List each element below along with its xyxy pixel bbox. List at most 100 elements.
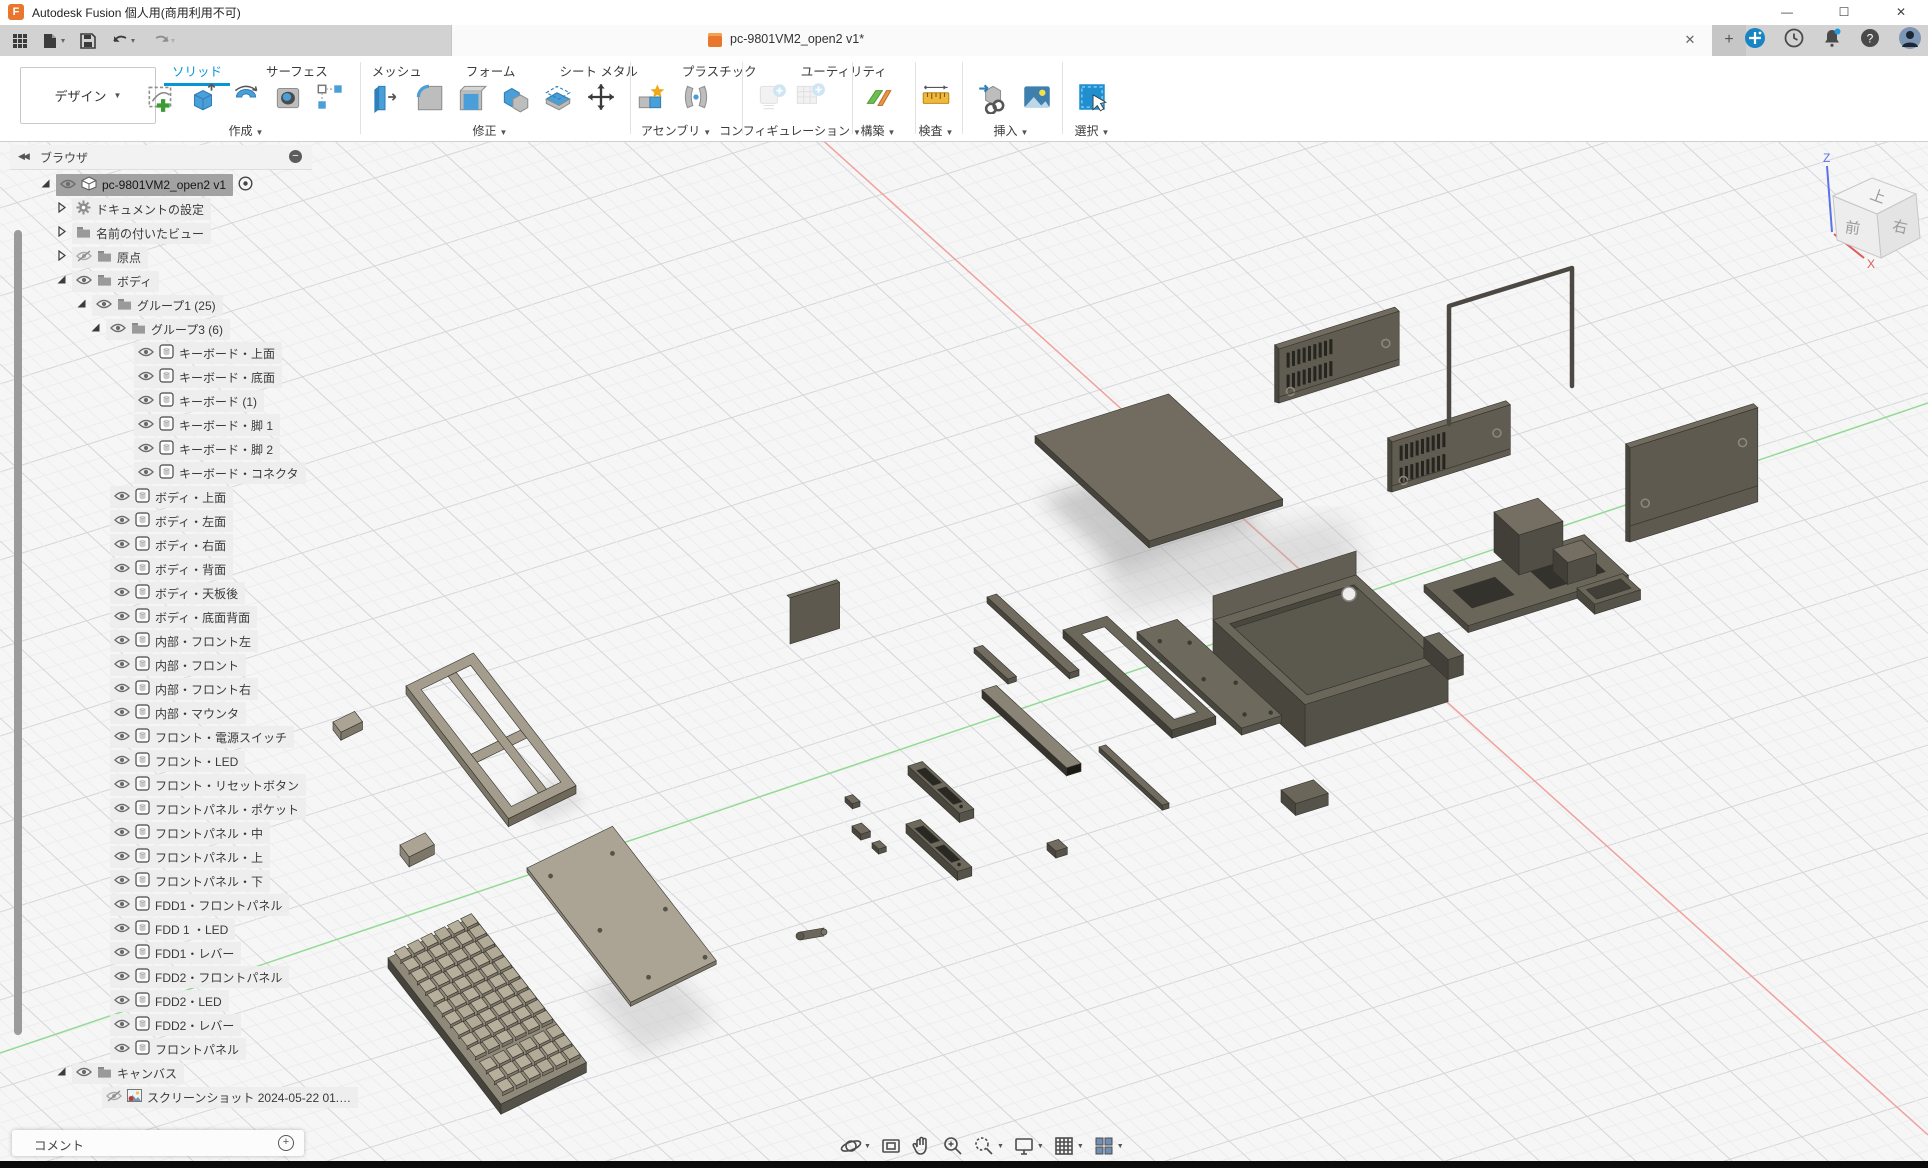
browser-item[interactable]: 名前の付いたビュー bbox=[56, 222, 211, 244]
browser-item[interactable]: ボディ・左面 bbox=[110, 510, 233, 532]
visibility-eye-icon[interactable] bbox=[114, 922, 130, 937]
close-button[interactable]: ✕ bbox=[1878, 0, 1924, 25]
browser-item[interactable]: ボディ・背面 bbox=[110, 558, 233, 580]
visibility-eye-icon[interactable] bbox=[114, 826, 130, 841]
save-icon[interactable] bbox=[80, 33, 96, 49]
browser-item[interactable]: 内部・フロント bbox=[110, 654, 246, 676]
insert-derive-button[interactable] bbox=[973, 80, 1011, 120]
group-label-inspect[interactable]: 検査▼ bbox=[919, 122, 954, 139]
visibility-eye-icon[interactable] bbox=[114, 754, 130, 769]
browser-item[interactable]: ボディ・上面 bbox=[110, 486, 233, 508]
expand-collapse-icon[interactable] bbox=[90, 322, 101, 336]
browser-minimize-icon[interactable]: − bbox=[289, 150, 302, 163]
browser-item[interactable]: フロントパネル・上 bbox=[110, 846, 270, 868]
visibility-eye-icon[interactable] bbox=[76, 1066, 92, 1081]
visibility-eye-icon[interactable] bbox=[76, 250, 92, 265]
minimize-button[interactable]: — bbox=[1764, 0, 1810, 25]
browser-item[interactable]: ボディ・底面背面 bbox=[110, 606, 257, 628]
viewports-icon[interactable]: ▼ bbox=[1093, 1135, 1124, 1157]
browser-item[interactable]: フロントパネル・ポケット bbox=[110, 798, 306, 820]
redo-icon[interactable] bbox=[150, 33, 176, 49]
browser-item[interactable]: FDD 1 ・LED bbox=[110, 918, 235, 940]
add-comment-icon[interactable]: + bbox=[278, 1135, 294, 1151]
browser-item[interactable]: ボディ bbox=[56, 270, 159, 292]
browser-item[interactable]: キーボード・コネクタ bbox=[134, 462, 306, 484]
revolve-button[interactable] bbox=[227, 80, 265, 120]
shell-button[interactable] bbox=[452, 80, 490, 120]
visibility-eye-icon[interactable] bbox=[114, 802, 130, 817]
extrude-button[interactable] bbox=[184, 80, 222, 120]
visibility-eye-icon[interactable] bbox=[114, 706, 130, 721]
comments-bar[interactable]: コメント + bbox=[12, 1130, 304, 1156]
document-tab-close-icon[interactable]: ✕ bbox=[1681, 31, 1699, 49]
visibility-eye-icon[interactable] bbox=[114, 1018, 130, 1033]
display-settings-icon[interactable]: ▼ bbox=[1013, 1135, 1044, 1157]
visibility-eye-icon[interactable] bbox=[138, 418, 154, 433]
browser-item[interactable]: フロント・電源スイッチ bbox=[110, 726, 294, 748]
move-copy-button[interactable] bbox=[582, 80, 620, 120]
group-label-create[interactable]: 作成▼ bbox=[229, 122, 264, 139]
extensions-icon[interactable] bbox=[1744, 27, 1766, 54]
browser-item[interactable]: グループ1 (25) bbox=[76, 294, 223, 316]
visibility-eye-icon[interactable] bbox=[114, 778, 130, 793]
visibility-eye-icon[interactable] bbox=[110, 322, 126, 337]
file-menu-icon[interactable] bbox=[42, 33, 66, 49]
browser-item[interactable]: 原点 bbox=[56, 246, 148, 268]
browser-item[interactable]: 内部・マウンタ bbox=[110, 702, 246, 724]
browser-item[interactable]: フロントパネル・中 bbox=[110, 822, 270, 844]
visibility-eye-icon[interactable] bbox=[114, 634, 130, 649]
select-button[interactable] bbox=[1073, 80, 1111, 120]
document-tab[interactable]: pc-9801VM2_open2 v1* ✕ bbox=[451, 25, 1713, 56]
visibility-eye-icon[interactable] bbox=[138, 394, 154, 409]
visibility-eye-icon[interactable] bbox=[106, 1090, 122, 1105]
visibility-eye-icon[interactable] bbox=[114, 874, 130, 889]
help-icon[interactable]: ? bbox=[1860, 28, 1880, 53]
browser-item[interactable]: キーボード・脚 1 bbox=[134, 414, 280, 436]
insert-canvas-button[interactable] bbox=[1018, 80, 1056, 120]
visibility-eye-icon[interactable] bbox=[114, 994, 130, 1009]
visibility-eye-icon[interactable] bbox=[76, 274, 92, 289]
group-label-modify[interactable]: 修正▼ bbox=[473, 122, 508, 139]
browser-item[interactable]: ボディ・天板後 bbox=[110, 582, 245, 604]
combine-button[interactable] bbox=[496, 80, 534, 120]
visibility-eye-icon[interactable] bbox=[114, 970, 130, 985]
joint-button[interactable] bbox=[677, 80, 715, 120]
browser-scrollbar[interactable] bbox=[14, 230, 22, 1035]
grid-settings-icon[interactable]: ▼ bbox=[1053, 1135, 1084, 1157]
look-at-icon[interactable] bbox=[880, 1135, 902, 1157]
expand-expand-icon[interactable] bbox=[56, 250, 67, 264]
browser-item[interactable]: フロントパネル・下 bbox=[110, 870, 270, 892]
group-label-configuration[interactable]: コンフィギュレーション▼ bbox=[719, 122, 861, 139]
browser-item[interactable]: キーボード・上面 bbox=[134, 342, 282, 364]
browser-item[interactable]: キーボード・脚 2 bbox=[134, 438, 280, 460]
browser-item[interactable]: FDD2・LED bbox=[110, 990, 229, 1012]
browser-item[interactable]: スクリーンショット 2024-05-22 01.… bbox=[102, 1086, 358, 1108]
pan-icon[interactable] bbox=[911, 1135, 933, 1157]
expand-expand-icon[interactable] bbox=[56, 202, 67, 216]
visibility-eye-icon[interactable] bbox=[114, 850, 130, 865]
browser-item[interactable]: pc-9801VM2_open2 v1 bbox=[40, 174, 253, 196]
browser-item[interactable]: フロントパネル bbox=[110, 1038, 246, 1060]
new-component-button[interactable] bbox=[632, 80, 670, 120]
job-status-clock-icon[interactable] bbox=[1784, 28, 1804, 53]
undo-icon[interactable] bbox=[110, 33, 136, 49]
browser-item[interactable]: 内部・フロント右 bbox=[110, 678, 258, 700]
visibility-eye-icon[interactable] bbox=[114, 562, 130, 577]
browser-item[interactable]: FDD1・レバー bbox=[110, 942, 241, 964]
hole-button[interactable] bbox=[269, 80, 307, 120]
maximize-button[interactable]: ☐ bbox=[1821, 0, 1867, 25]
workspace-selector-design[interactable]: デザイン ▼ bbox=[20, 67, 156, 124]
browser-item[interactable]: キーボード (1) bbox=[134, 390, 264, 412]
construct-plane-button[interactable] bbox=[859, 80, 897, 120]
press-pull-button[interactable] bbox=[366, 80, 404, 120]
visibility-eye-icon[interactable] bbox=[114, 658, 130, 673]
browser-item[interactable]: フロント・LED bbox=[110, 750, 245, 772]
visibility-eye-icon[interactable] bbox=[138, 466, 154, 481]
notifications-bell-icon[interactable] bbox=[1822, 28, 1842, 53]
expand-collapse-icon[interactable] bbox=[76, 298, 87, 312]
browser-item[interactable]: ドキュメントの設定 bbox=[56, 198, 211, 220]
profile-avatar[interactable] bbox=[1898, 26, 1922, 55]
visibility-eye-icon[interactable] bbox=[138, 370, 154, 385]
visibility-eye-icon[interactable] bbox=[114, 730, 130, 745]
create-sketch-button[interactable] bbox=[142, 80, 180, 120]
